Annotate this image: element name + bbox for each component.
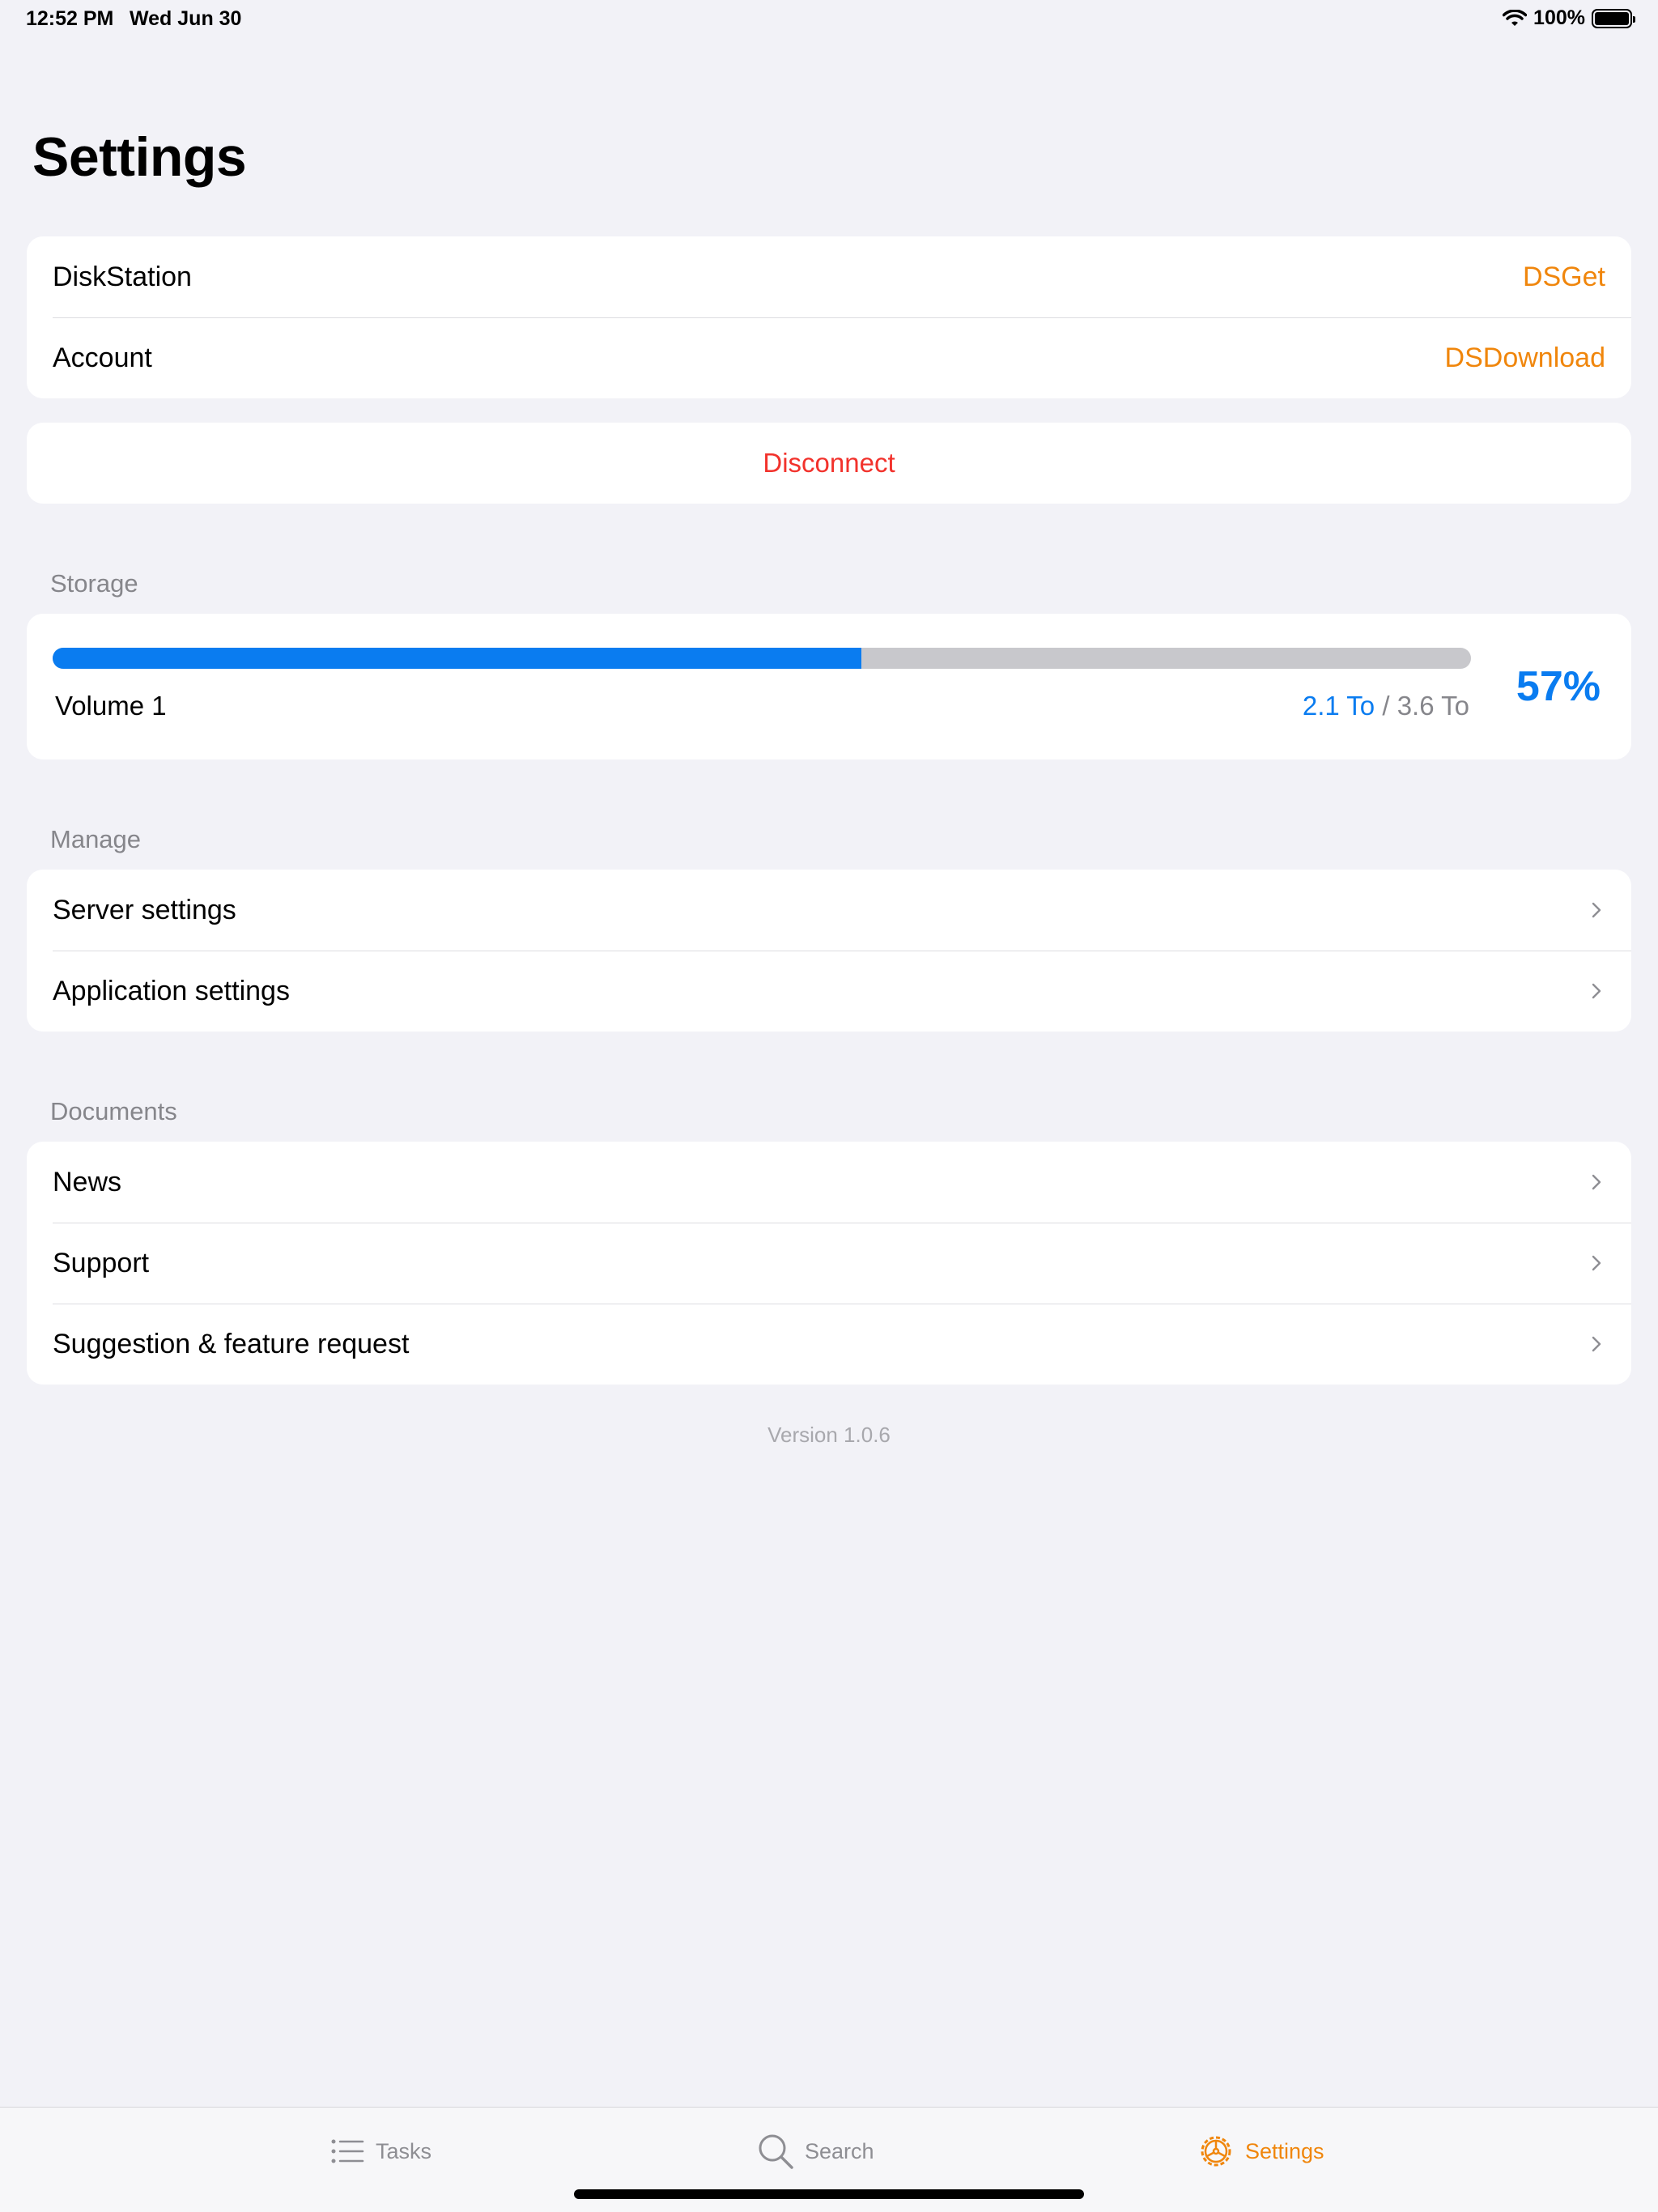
volume-total: 3.6 To (1397, 691, 1469, 721)
chevron-right-icon (1592, 902, 1601, 918)
documents-group: News Support Suggestion & feature reques… (27, 1142, 1631, 1385)
chevron-right-icon (1592, 983, 1601, 999)
tab-label: Search (805, 2138, 874, 2163)
volume-name: Volume 1 (55, 691, 167, 721)
server-settings-row[interactable]: Server settings (27, 870, 1631, 951)
row-value: DSGet (1522, 261, 1605, 292)
tab-settings[interactable]: Settings (1197, 2132, 1324, 2171)
row-value: DSDownload (1444, 342, 1605, 373)
news-row[interactable]: News (27, 1142, 1631, 1223)
account-row[interactable]: Account DSDownload (27, 317, 1631, 398)
row-label: Account (53, 342, 152, 373)
volume-separator: / (1375, 691, 1397, 721)
volume-progress-fill (53, 648, 861, 669)
volume-usage: 2.1 To / 3.6 To (1303, 691, 1469, 721)
chevron-right-icon (1592, 1255, 1601, 1271)
row-label: Suggestion & feature request (53, 1328, 410, 1359)
section-header-manage: Manage (50, 825, 142, 853)
list-icon (331, 2139, 364, 2163)
tab-tasks[interactable]: Tasks (327, 2132, 432, 2171)
status-time: 12:52 PM (26, 7, 114, 30)
battery-icon (1592, 8, 1635, 28)
storage-card: Volume 1 2.1 To / 3.6 To 57% (27, 614, 1631, 759)
suggestion-row[interactable]: Suggestion & feature request (27, 1304, 1631, 1385)
tab-label: Tasks (376, 2138, 432, 2163)
tab-label: Settings (1245, 2138, 1324, 2163)
status-date: Wed Jun 30 (130, 7, 242, 30)
volume-percent: 57% (1516, 663, 1601, 710)
settings-screen: 12:52 PM Wed Jun 30 100% Settings DiskSt… (0, 0, 1658, 2212)
gear-icon (1201, 2136, 1231, 2167)
manage-group: Server settings Application settings (27, 870, 1631, 1032)
row-label: DiskStation (53, 261, 192, 292)
section-header-documents: Documents (50, 1097, 177, 1125)
diskstation-row[interactable]: DiskStation DSGet (27, 236, 1631, 317)
row-label: News (53, 1166, 122, 1197)
volume-progress-bar (53, 648, 1471, 669)
status-bar: 12:52 PM Wed Jun 30 100% (0, 0, 1658, 39)
row-label: Application settings (53, 975, 290, 1006)
chevron-right-icon (1592, 1336, 1601, 1352)
disconnect-group: Disconnect (27, 423, 1631, 504)
connection-group: DiskStation DSGet Account DSDownload (27, 236, 1631, 398)
disconnect-button[interactable]: Disconnect (27, 423, 1631, 504)
volume-used: 2.1 To (1302, 691, 1375, 721)
section-header-storage: Storage (50, 569, 138, 598)
support-row[interactable]: Support (27, 1223, 1631, 1304)
search-icon (759, 2134, 793, 2169)
row-label: Server settings (53, 894, 236, 925)
home-indicator (574, 2189, 1084, 2199)
page-title: Settings (32, 126, 247, 188)
application-settings-row[interactable]: Application settings (27, 951, 1631, 1032)
row-label: Support (53, 1247, 150, 1278)
tab-search[interactable]: Search (756, 2132, 874, 2171)
chevron-right-icon (1592, 1174, 1601, 1190)
wifi-icon (1503, 9, 1528, 26)
battery-percent: 100% (1533, 6, 1585, 29)
status-indicators: 100% (1503, 6, 1635, 30)
version-label: Version 1.0.6 (767, 1423, 891, 1447)
